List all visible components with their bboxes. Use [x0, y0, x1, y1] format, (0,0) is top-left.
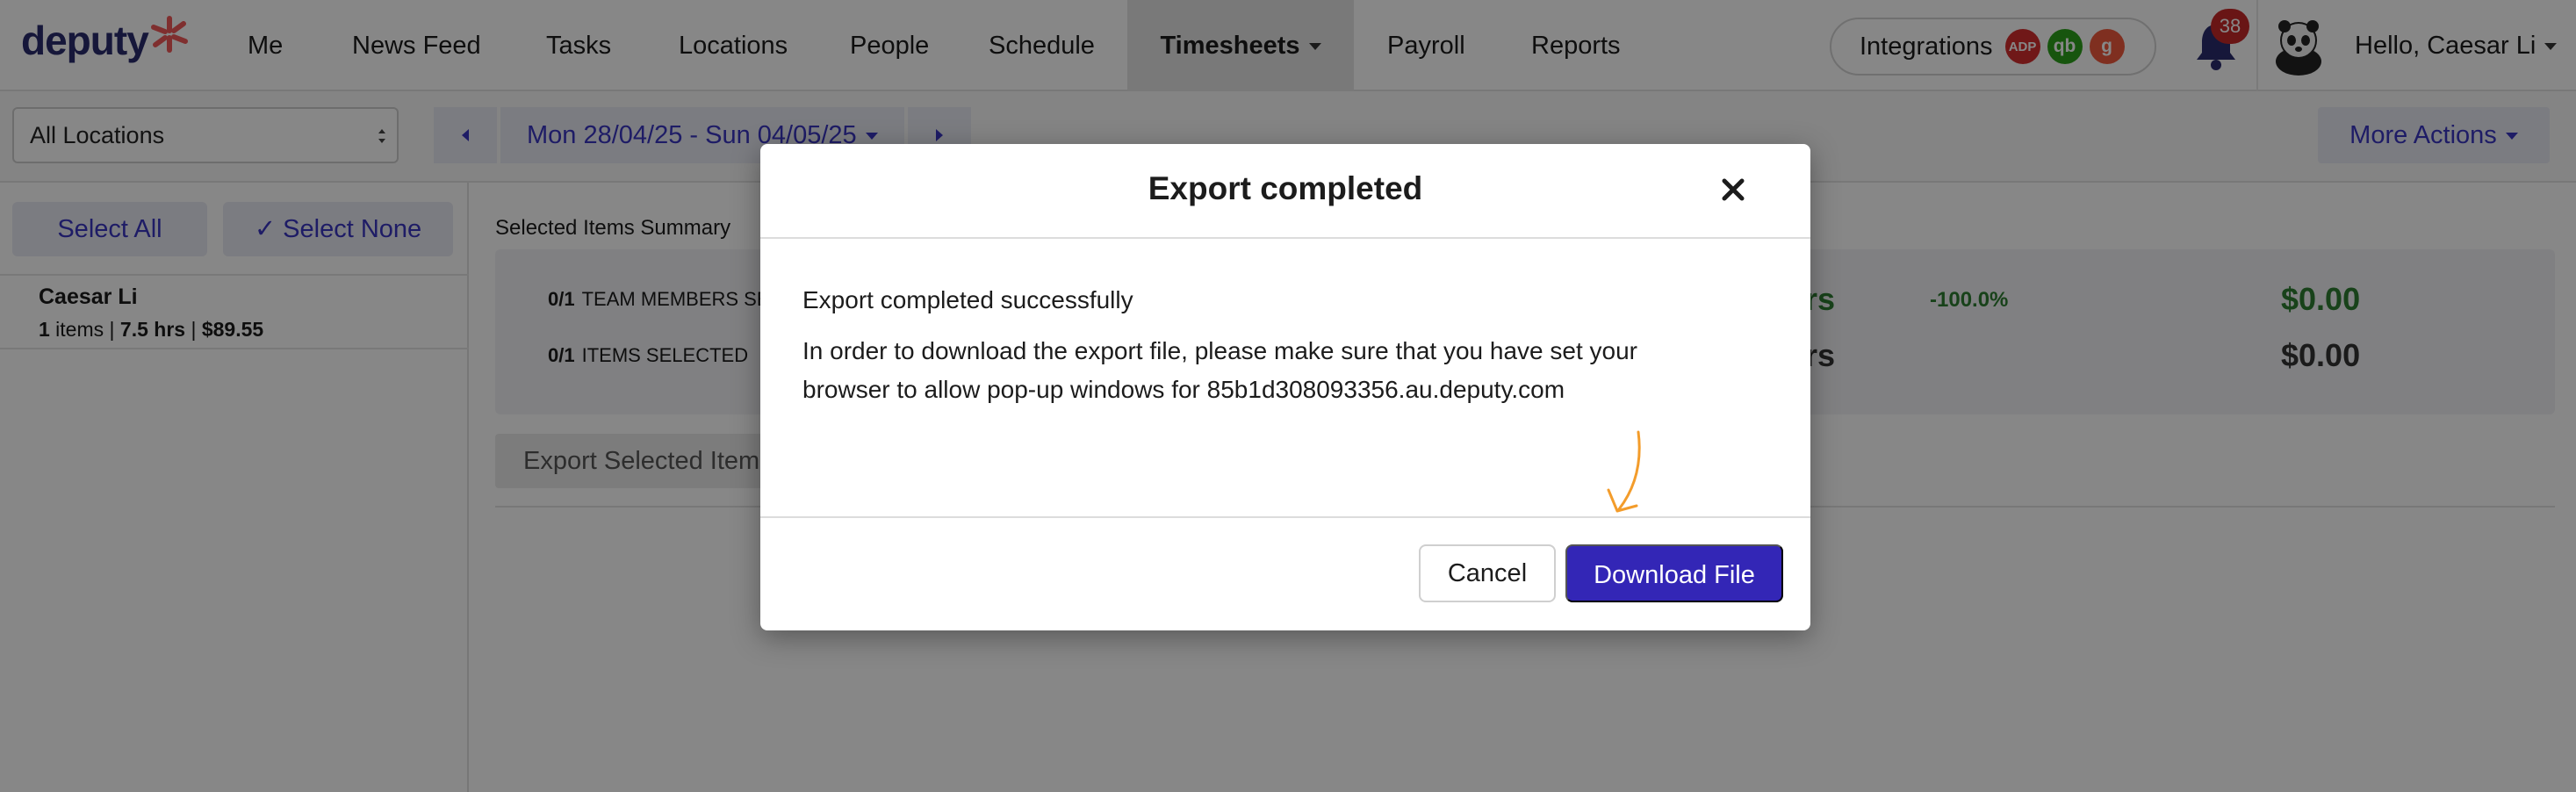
- export-completed-dialog: Export completed Export completed succes…: [760, 144, 1810, 630]
- divider: [760, 237, 1810, 239]
- divider: [760, 516, 1810, 518]
- close-icon[interactable]: [1714, 170, 1752, 209]
- dialog-success-message: Export completed successfully: [802, 286, 1133, 313]
- dialog-popup-instructions: In order to download the export file, pl…: [802, 337, 1638, 403]
- annotation-arrow-icon: [1607, 430, 1641, 513]
- cancel-button[interactable]: Cancel: [1419, 544, 1556, 602]
- dialog-title: Export completed: [1148, 170, 1423, 206]
- download-file-button[interactable]: Download File: [1565, 544, 1783, 602]
